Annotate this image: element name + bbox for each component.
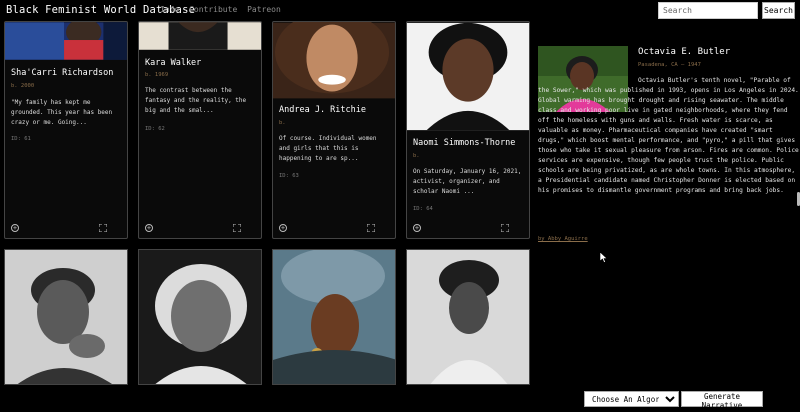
card-birth-year: b. <box>413 153 420 159</box>
header: Black Feminist World Database Info Contr… <box>0 0 800 22</box>
card-photo <box>139 250 261 384</box>
card-photo <box>407 250 529 384</box>
card-name: Sha'Carri Richardson <box>11 68 114 78</box>
card-excerpt: On Saturday, January 16, 2021, activist,… <box>413 168 522 195</box>
card-id: ID: 64 <box>413 206 433 212</box>
plus-circle-icon[interactable]: + <box>279 224 287 232</box>
detail-name: Octavia E. Butler <box>638 47 731 57</box>
card-photo <box>5 250 127 384</box>
card-id: ID: 63 <box>279 173 299 179</box>
card-excerpt: Of course. Individual women and girls th… <box>279 135 377 162</box>
expand-icon[interactable] <box>99 224 107 232</box>
expand-icon[interactable] <box>501 224 509 232</box>
person-card-5[interactable] <box>4 249 128 385</box>
person-card-4[interactable]: Naomi Simmons-Thorne b. On Saturday, Jan… <box>406 21 530 239</box>
mouse-pointer-icon <box>600 252 608 263</box>
card-photo <box>407 22 529 131</box>
nav-info-link[interactable]: Info <box>160 5 179 14</box>
plus-circle-icon[interactable]: + <box>11 224 19 232</box>
card-excerpt: "My family has kept me grounded. This ye… <box>11 99 113 126</box>
card-name: Naomi Simmons-Thorne <box>413 138 516 148</box>
person-card-1[interactable]: Sha'Carri Richardson b. 2000 "My family … <box>4 21 128 239</box>
card-birth-year: b. 2000 <box>11 83 35 89</box>
person-card-3[interactable]: Andrea J. Ritchie b. Of course. Individu… <box>272 21 396 239</box>
detail-narrative: Octavia Butler's tenth novel, "Parable o… <box>538 77 799 194</box>
nav-patreon-link[interactable]: Patreon <box>247 5 281 14</box>
nav-menu: Info Contribute Patreon <box>160 5 286 14</box>
card-photo <box>273 250 395 384</box>
search-input[interactable] <box>658 2 758 19</box>
person-card-8[interactable] <box>406 249 530 385</box>
card-id: ID: 62 <box>145 126 165 132</box>
card-id: ID: 61 <box>11 136 31 142</box>
search-button[interactable]: Search <box>762 2 795 19</box>
detail-location: Pasadena, CA — 1947 <box>638 62 701 68</box>
card-birth-year: b. 1969 <box>145 72 169 78</box>
expand-icon[interactable] <box>367 224 375 232</box>
plus-circle-icon[interactable]: + <box>145 224 153 232</box>
card-photo <box>273 22 395 99</box>
expand-icon[interactable] <box>233 224 241 232</box>
card-photo <box>5 22 127 60</box>
plus-circle-icon[interactable]: + <box>413 224 421 232</box>
card-name: Kara Walker <box>145 58 202 68</box>
card-photo <box>139 22 261 50</box>
person-card-7[interactable] <box>272 249 396 385</box>
nav-contribute-link[interactable]: Contribute <box>189 5 237 14</box>
generate-narrative-button[interactable]: Generate Narrative <box>681 391 763 410</box>
card-birth-year: b. <box>279 120 286 126</box>
person-card-2[interactable]: Kara Walker b. 1969 The contrast between… <box>138 21 262 239</box>
card-name: Andrea J. Ritchie <box>279 105 366 115</box>
algorithm-select[interactable]: Choose An Algorithm <box>584 391 679 407</box>
card-excerpt: The contrast between the fantasy and the… <box>145 87 247 114</box>
detail-author-link[interactable]: by Abby Aguirre <box>538 236 588 242</box>
person-card-6[interactable] <box>138 249 262 385</box>
